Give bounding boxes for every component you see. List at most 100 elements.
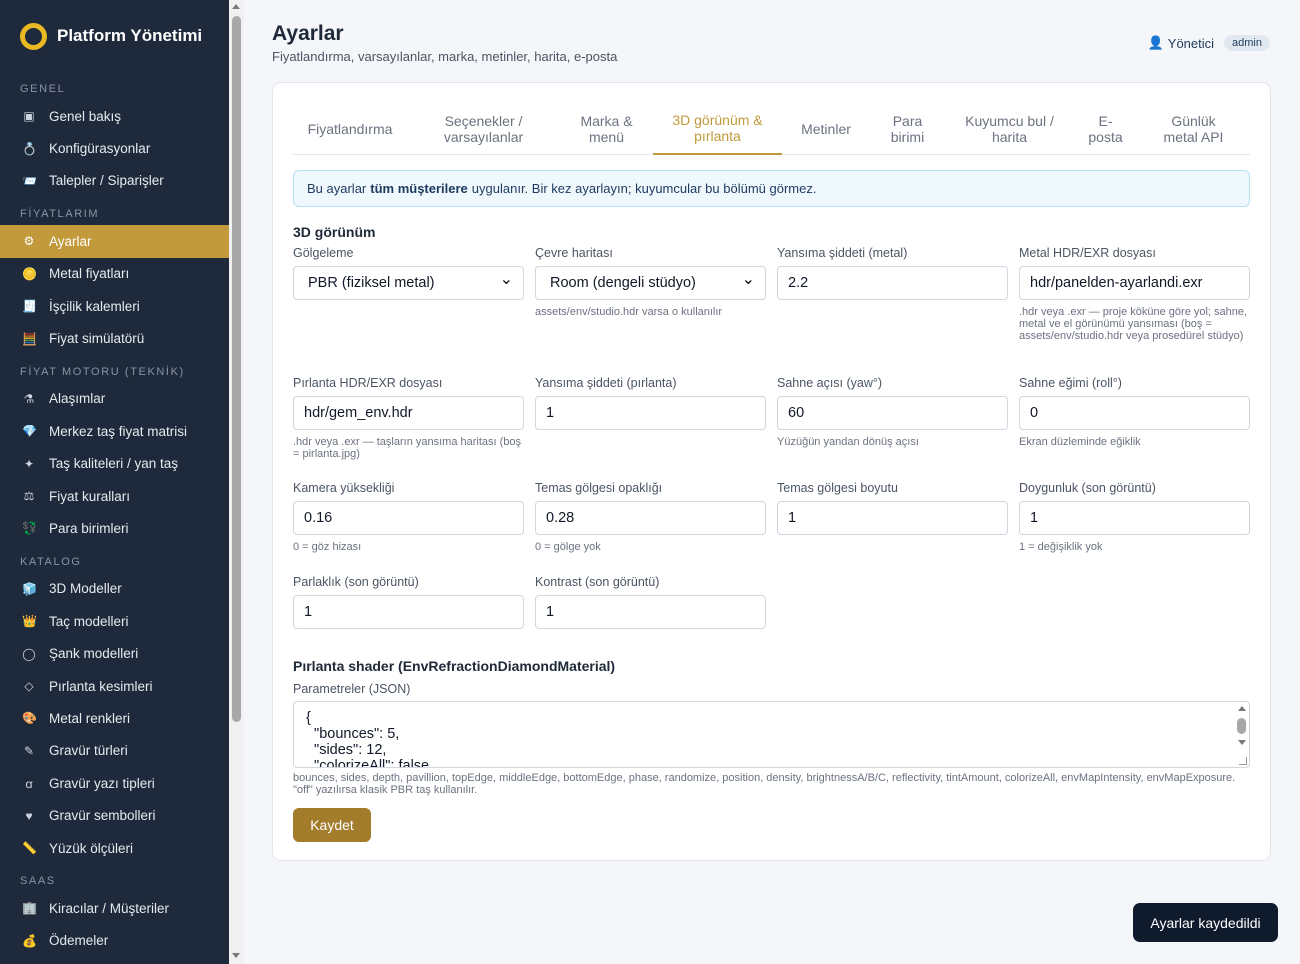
form-field: Yansıma şiddeti (metal) 2.2 (777, 246, 1008, 300)
currency-icon: 💱 (22, 521, 37, 536)
text-input[interactable]: 1 (293, 595, 524, 629)
text-input[interactable]: hdr/gem_env.hdr (293, 396, 524, 430)
text-input[interactable]: 0.16 (293, 501, 524, 535)
sidebar-item[interactable]: ⚗ Alaşımlar (0, 383, 229, 415)
tab-label-line: harita (991, 129, 1028, 145)
sidebar-item[interactable]: ✎ Gravür türleri (0, 735, 229, 767)
form-field: Doygunluk (son görüntü) 1 1 = değişiklik y… (1019, 481, 1250, 553)
sidebar-item[interactable]: 🧾 İşçilik kalemleri (0, 290, 229, 322)
brand[interactable]: Platform Yönetimi (0, 0, 229, 72)
sidebar-item[interactable]: ◇ Pırlanta kesimleri (0, 670, 229, 702)
tab-label: Seçenekler / varsayılanlar (444, 113, 523, 145)
tab-label-line: Marka & (580, 113, 633, 129)
sidebar-item[interactable]: 🎨 Metal renkleri (0, 702, 229, 734)
settings-tab[interactable]: Seçenekler / varsayılanlar (407, 103, 560, 155)
json-line: "sides": 12, (306, 742, 387, 758)
field-help: assets/env/studio.hdr varsa o kullanılır (535, 306, 723, 318)
params-json-textarea[interactable]: { "bounces": 5, "sides": 12, "colorizeAl… (293, 701, 1250, 768)
sidebar-item[interactable]: 📏 Yüzük ölçüleri (0, 832, 229, 864)
select-dropdown[interactable]: PBR (fiziksel metal) ⌄ (293, 266, 524, 300)
flask-icon: ⚗ (23, 391, 35, 406)
settings-tab[interactable]: E-posta (1074, 103, 1137, 155)
field-label: Pırlanta HDR/EXR dosyası (293, 376, 443, 390)
sidebar-item-label: Alaşımlar (49, 391, 106, 407)
sidebar-item[interactable]: ⚙ Ayarlar (0, 225, 229, 258)
save-button[interactable]: Kaydet (293, 808, 371, 842)
settings-tab[interactable]: Para birimi (870, 103, 945, 155)
settings-tabs: Fiyatlandırma Seçenekler / varsayılanlar Ma… (293, 103, 1250, 155)
sidebar-item[interactable]: ◯ Şank modelleri (0, 637, 229, 669)
page-subtitle: Fiyatlandırma, varsayılanlar, marka, met… (272, 49, 618, 64)
sidebar-item[interactable]: 💍 Konfigürasyonlar (0, 132, 229, 164)
tab-label: Para birimi (891, 113, 924, 145)
toast-notification: Ayarlar kaydedildi (1133, 903, 1278, 942)
sidebar-item[interactable]: ⚖ Fiyat kuralları (0, 480, 229, 512)
tab-label: Metinler (801, 121, 851, 137)
sidebar-item[interactable]: ✦ Taş kaliteleri / yan taş (0, 448, 229, 480)
info-suffix: uygulanır. Bir kez ayarlayın; kuyumcular… (471, 181, 817, 196)
settings-tab[interactable]: Günlük metal API (1137, 103, 1250, 155)
settings-tab[interactable]: Metinler (782, 103, 870, 155)
sidebar-item[interactable]: 🧊 3D Modeller (0, 573, 229, 605)
text-input[interactable]: 60 (777, 396, 1008, 430)
text-input[interactable]: hdr/panelden-ayarlandi.exr (1019, 266, 1250, 300)
sidebar-item[interactable]: 📨 Talepler / Siparişler (0, 165, 229, 197)
tab-label: Günlük metal API (1164, 113, 1224, 145)
textarea-scroll-thumb[interactable] (1237, 718, 1246, 734)
resize-handle-icon[interactable] (1239, 757, 1247, 765)
settings-tab[interactable]: Fiyatlandırma (293, 103, 407, 155)
form-field: Sahne eğimi (roll°) 0 Ekran düzleminde eği… (1019, 376, 1250, 448)
field-label: Yansıma şiddeti (pırlanta) (535, 376, 677, 390)
sidebar: Platform Yönetimi GENEL ▣ Genel bakış 💍 Konf… (0, 0, 229, 964)
tab-label: E-posta (1088, 113, 1122, 145)
sidebar-item[interactable]: 💰 Ödemeler (0, 925, 229, 957)
sidebar-item[interactable]: 👑 Taç modelleri (0, 605, 229, 637)
form-field: Yansıma şiddeti (pırlanta) 1 (535, 376, 766, 430)
crown-icon: 👑 (22, 614, 37, 629)
field-value: 2.2 (788, 275, 809, 291)
user-icon: 👤 (1147, 35, 1164, 50)
settings-tab[interactable]: Kuyumcu bul / harita (945, 103, 1074, 155)
text-input[interactable]: 2.2 (777, 266, 1008, 300)
sidebar-item[interactable]: ▣ Genel bakış (0, 100, 229, 132)
info-prefix: Bu ayarlar (307, 181, 367, 196)
sidebar-item[interactable]: ꭤ Gravür yazı tipleri (0, 767, 229, 799)
scroll-up-arrow-icon[interactable] (232, 4, 240, 9)
field-label: Temas gölgesi boyutu (777, 481, 898, 495)
field-help: .hdr veya .exr — taşların yansıma harita… (293, 436, 522, 460)
text-input[interactable]: 1 (1019, 501, 1250, 535)
sidebar-item[interactable]: 💎 Merkez taş fiyat matrisi (0, 415, 229, 447)
sidebar-item-label: Metal fiyatları (49, 266, 130, 282)
settings-tab[interactable]: 3D görünüm & pırlanta (653, 103, 782, 155)
text-input[interactable]: 1 (777, 501, 1008, 535)
text-input[interactable]: 1 (535, 396, 766, 430)
tab-label-line: Para (892, 113, 923, 129)
text-input[interactable]: 0 (1019, 396, 1250, 430)
sidebar-item[interactable]: 🧮 Fiyat simülatörü (0, 322, 229, 354)
sidebar-item[interactable]: 🪙 Metal fiyatları (0, 258, 229, 290)
select-dropdown[interactable]: Room (dengeli stüdyo) ⌄ (535, 266, 766, 300)
sidebar-item-label: Genel bakış (49, 108, 122, 124)
ring-icon: 💍 (22, 141, 37, 156)
field-value: 1 (1030, 510, 1039, 526)
sidebar-item-label: Para birimleri (49, 520, 129, 536)
sidebar-item[interactable]: 🏢 Kiracılar / Müşteriler (0, 892, 229, 924)
textarea-scroll-down-icon[interactable] (1238, 740, 1246, 745)
settings-tab[interactable]: Marka & menü (560, 103, 653, 155)
textarea-scroll-up-icon[interactable] (1238, 706, 1246, 711)
sidebar-item[interactable]: 💱 Para birimleri (0, 512, 229, 544)
text-input[interactable]: 0.28 (535, 501, 766, 535)
textarea-scrollbar[interactable] (1236, 704, 1247, 765)
user-menu[interactable]: 👤 Yönetici admin (1148, 35, 1270, 51)
text-input[interactable]: 1 (535, 595, 766, 629)
tab-label-line: Günlük (1171, 113, 1216, 129)
tab-label-line: birimi (890, 129, 925, 145)
sidebar-item[interactable]: ♥ Gravür sembolleri (0, 799, 229, 831)
page-scrollbar[interactable] (229, 0, 244, 964)
scroll-down-arrow-icon[interactable] (232, 953, 240, 958)
dashboard-icon: ▣ (23, 109, 35, 124)
nav-section-title: SAAS (20, 875, 56, 888)
user-role-badge: admin (1224, 35, 1270, 51)
sidebar-item-label: Talepler / Siparişler (49, 173, 164, 189)
scroll-thumb[interactable] (232, 16, 241, 722)
